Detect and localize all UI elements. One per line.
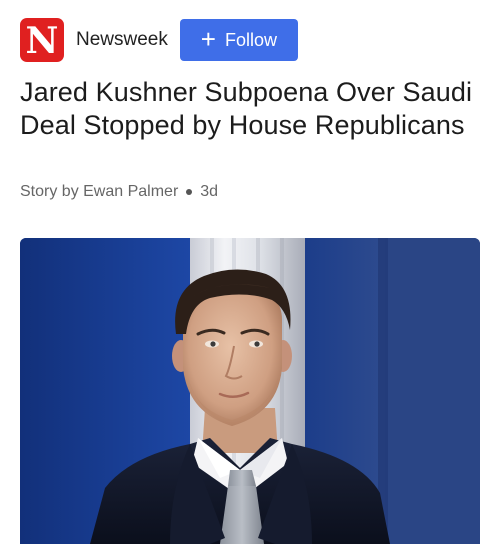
source-name[interactable]: Newsweek <box>76 29 168 51</box>
separator-dot <box>186 189 193 195</box>
article-hero-image[interactable] <box>20 238 480 544</box>
hero-photo-illustration <box>20 238 480 544</box>
byline-author: Story by Ewan Palmer <box>20 183 179 200</box>
plus-icon: + <box>200 24 216 54</box>
article-card: N Newsweek + Follow Jared Kushner Subpoe… <box>0 0 500 544</box>
article-headline[interactable]: Jared Kushner Subpoena Over Saudi Deal S… <box>20 76 480 142</box>
article-age: 3d <box>200 183 219 200</box>
follow-button[interactable]: + Follow <box>179 19 298 61</box>
source-header: N Newsweek + Follow <box>20 18 298 62</box>
newsweek-logo[interactable]: N <box>20 18 64 62</box>
follow-label: Follow <box>224 29 277 50</box>
logo-letter: N <box>25 19 59 62</box>
byline: Story by Ewan Palmer 3d <box>20 183 218 201</box>
